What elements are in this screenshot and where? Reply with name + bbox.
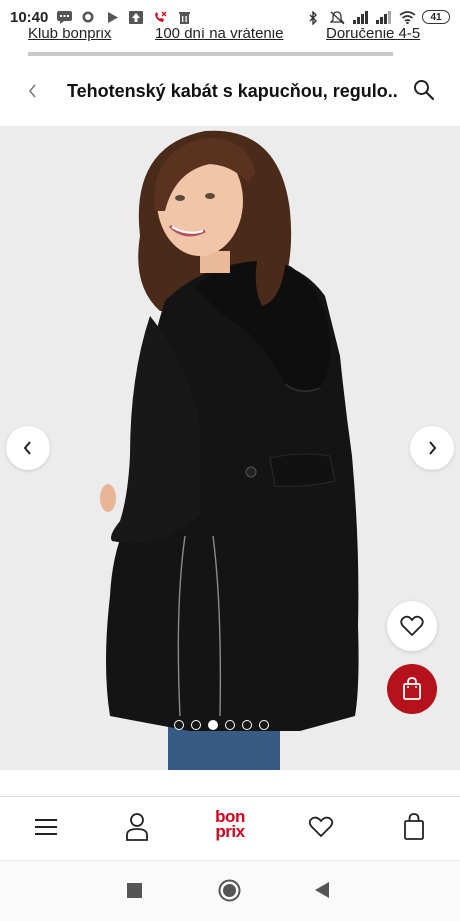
gallery-dot-active[interactable]	[208, 720, 218, 730]
back-nav-button[interactable]	[315, 882, 330, 903]
wishlist-button[interactable]	[387, 601, 437, 651]
product-image[interactable]	[0, 126, 460, 770]
battery-indicator: 41	[422, 10, 450, 24]
chevron-left-icon	[29, 84, 36, 98]
back-button[interactable]	[22, 80, 44, 102]
bonprix-logo[interactable]: bon prix	[207, 808, 253, 845]
promo-scroll-indicator	[28, 52, 393, 56]
trash-icon	[177, 11, 192, 24]
system-nav-bar	[0, 860, 460, 921]
gallery-next-button[interactable]	[410, 426, 454, 470]
promo-link-club[interactable]: Klub bonprix	[28, 28, 111, 42]
upload-icon	[129, 10, 144, 24]
wishlist-nav-button[interactable]	[305, 811, 337, 843]
menu-button[interactable]	[30, 811, 62, 843]
promo-link-returns[interactable]: 100 dní na vrátenie	[155, 28, 283, 42]
search-icon	[414, 80, 435, 101]
add-to-cart-button[interactable]	[387, 664, 437, 714]
chevron-right-icon	[429, 441, 437, 455]
menu-icon	[35, 819, 57, 835]
gallery-dot[interactable]	[259, 720, 269, 730]
chevron-left-icon	[23, 441, 31, 455]
heart-icon	[400, 615, 424, 637]
gallery-dot[interactable]	[242, 720, 252, 730]
home-button[interactable]	[218, 879, 241, 907]
mute-icon	[330, 10, 345, 24]
account-icon	[126, 813, 148, 841]
bluetooth-icon	[307, 10, 322, 25]
gallery-pagination	[174, 720, 269, 730]
gallery-dot[interactable]	[225, 720, 235, 730]
gallery-dot[interactable]	[191, 720, 201, 730]
gallery-dot[interactable]	[174, 720, 184, 730]
wifi-icon	[399, 10, 416, 24]
missed-call-icon	[153, 11, 168, 24]
status-time: 10:40	[10, 8, 49, 26]
back-icon	[315, 882, 329, 898]
shopping-bag-icon	[404, 813, 424, 840]
bottom-nav: bon prix	[0, 796, 460, 859]
shopping-bag-icon	[403, 677, 421, 700]
signal-icon	[353, 10, 368, 24]
heart-icon	[308, 816, 334, 838]
home-icon	[218, 879, 241, 902]
logo-text-bottom: prix	[215, 822, 245, 841]
play-icon	[105, 11, 120, 24]
signal-icon	[376, 10, 391, 24]
page-title: Tehotenský kabát s kapucňou, regulo...	[67, 81, 397, 101]
whatsapp-icon	[81, 11, 96, 24]
product-header: Tehotenský kabát s kapucňou, regulo...	[0, 58, 460, 124]
recents-button[interactable]	[127, 883, 142, 903]
chat-icon	[57, 10, 73, 24]
account-button[interactable]	[121, 811, 153, 843]
cart-nav-button[interactable]	[398, 811, 430, 843]
promo-strip: Klub bonprix 100 dní na vrátenie Doručen…	[0, 28, 460, 54]
promo-link-delivery[interactable]: Doručenie 4-5	[326, 28, 420, 42]
recents-icon	[127, 883, 142, 898]
gallery-prev-button[interactable]	[6, 426, 50, 470]
search-button[interactable]	[412, 78, 436, 102]
